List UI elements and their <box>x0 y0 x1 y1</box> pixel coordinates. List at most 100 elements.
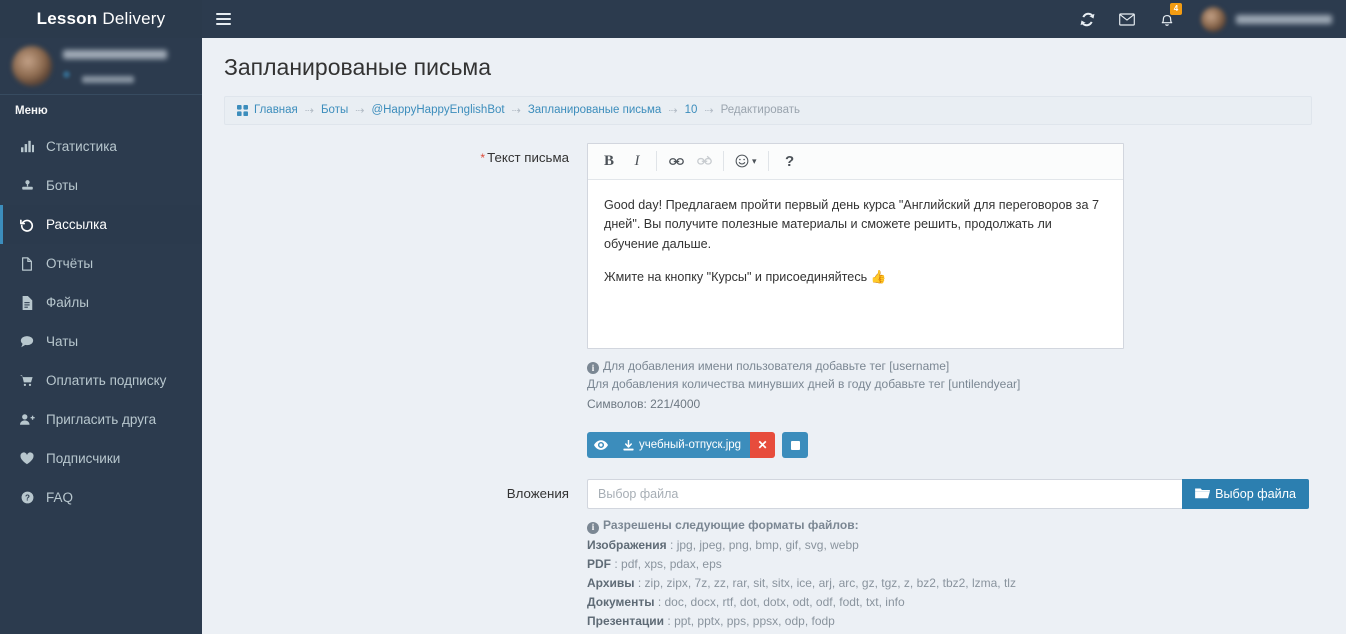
attachment-filename-button[interactable]: учебный-отпуск.jpg <box>614 432 751 459</box>
breadcrumb-separator: ⇢ <box>668 104 678 117</box>
breadcrumb-separator: ⇢ <box>304 104 314 117</box>
format-values: zip, zipx, 7z, zz, rar, sit, sitx, ice, … <box>644 576 1016 590</box>
page-title: Запланированые письма <box>224 54 492 80</box>
user-plus-icon <box>17 413 37 426</box>
sidebar-item-reports[interactable]: Отчёты <box>0 244 202 283</box>
chevron-down-icon: ▾ <box>752 155 757 166</box>
eye-icon[interactable] <box>587 432 614 459</box>
breadcrumb-item-home[interactable]: Главная <box>254 104 298 116</box>
help-button[interactable]: ? <box>779 148 801 174</box>
format-values: doc, docx, rtf, dot, dotx, odt, odf, fod… <box>664 595 905 610</box>
italic-button[interactable]: I <box>626 148 648 174</box>
breadcrumb-item-bot-handle[interactable]: @HappyHappyEnglishBot <box>371 104 504 116</box>
message-text-label: * Текст письма <box>202 143 587 459</box>
envelope-icon[interactable] <box>1107 0 1147 38</box>
bell-icon[interactable]: 4 <box>1147 0 1187 38</box>
sidebar-menu-header: Меню <box>0 95 202 127</box>
attachment-list: учебный-отпуск.jpg ✕ <box>587 432 1346 459</box>
sidebar-item-label: Отчёты <box>46 256 94 271</box>
editor-content[interactable]: Good day! Предлагаем пройти первый день … <box>588 180 1123 348</box>
format-category: Изображения <box>587 537 667 552</box>
stop-icon[interactable] <box>782 432 809 459</box>
choose-file-label: Выбор файла <box>1215 487 1296 502</box>
folder-open-icon <box>1195 487 1210 502</box>
editor-hints: i Для добавления имени пользователя добав… <box>587 357 1346 414</box>
content-header: Запланированые письма Главная ⇢ Боты ⇢ @… <box>202 38 1346 125</box>
hint-untilendyear-tag: Для добавления количества минувших дней … <box>587 376 1021 391</box>
format-category: Архивы <box>587 576 635 590</box>
sidebar-user-status <box>63 67 167 83</box>
message-text-field: B I ▾ ? Good day! Предлагаем пройти перв… <box>587 142 1346 459</box>
topbar-user-menu[interactable] <box>1191 0 1346 38</box>
char-counter: Символов: 221/4000 <box>587 397 701 412</box>
sidebar-item-subscribers[interactable]: Подписчики <box>0 439 202 478</box>
sidebar-item-label: FAQ <box>46 490 74 505</box>
dashboard-icon <box>237 104 248 116</box>
sidebar-item-label: Файлы <box>46 295 89 310</box>
format-category: Презентации <box>587 614 665 629</box>
sidebar-item-subscription[interactable]: Оплатить подписку <box>0 361 202 400</box>
breadcrumb-item-scheduled-letters[interactable]: Запланированые письма <box>528 104 662 116</box>
info-icon: i <box>587 522 599 535</box>
breadcrumb-item-bots[interactable]: Боты <box>321 104 348 116</box>
format-row: Изображения : jpg, jpeg, png, bmp, gif, … <box>587 537 859 552</box>
file-path-input[interactable]: Выбор файла <box>587 479 1183 510</box>
comment-icon <box>17 335 37 348</box>
sidebar-user-panel[interactable] <box>0 38 202 95</box>
breadcrumb: Главная ⇢ Боты ⇢ @HappyHappyEnglishBot ⇢… <box>224 95 1312 125</box>
attachments-field: Выбор файла Выбор файла i Разрешены следу… <box>587 479 1346 634</box>
edit-letter-form: * Текст письма B I ▾ ? Good day! Предлаг… <box>202 125 1346 634</box>
file-picker: Выбор файла Выбор файла <box>587 479 1309 510</box>
toolbar-divider <box>767 151 769 172</box>
sidebar-item-invite-friend[interactable]: Пригласить друга <box>0 400 202 439</box>
file-lines-icon <box>17 295 37 310</box>
sidebar-item-chats[interactable]: Чаты <box>0 322 202 361</box>
sidebar-item-label: Подписчики <box>46 451 121 466</box>
topbar-username-redacted <box>1236 14 1332 24</box>
breadcrumb-separator: ⇢ <box>511 104 521 117</box>
heart-icon <box>17 452 37 465</box>
required-marker: * <box>480 150 486 165</box>
breadcrumb-separator: ⇢ <box>704 104 714 117</box>
hint-username-tag: i Для добавления имени пользователя добав… <box>587 357 1346 375</box>
bold-button[interactable]: B <box>598 148 620 174</box>
rich-text-editor[interactable]: B I ▾ ? Good day! Предлагаем пройти перв… <box>587 142 1124 349</box>
link-icon[interactable] <box>665 148 687 174</box>
toolbar-divider <box>723 151 724 172</box>
bell-badge: 4 <box>1170 3 1182 15</box>
format-category: PDF <box>587 556 611 571</box>
sidebar-item-mailing[interactable]: Рассылка <box>0 205 202 244</box>
message-text-row: * Текст письма B I ▾ ? Good day! Предлаг… <box>202 142 1346 459</box>
format-values: jpg, jpeg, png, bmp, gif, svg, webp <box>676 537 859 552</box>
hamburger-icon[interactable] <box>202 0 244 38</box>
brand-light: Delivery <box>102 9 166 28</box>
app-root: Lesson Delivery Меню Статистика Боты Рас… <box>0 0 1346 634</box>
choose-file-button[interactable]: Выбор файла <box>1182 479 1309 510</box>
sidebar-item-label: Пригласить друга <box>46 412 157 427</box>
topbar-right: 4 <box>1067 0 1346 38</box>
format-row: Документы : doc, docx, rtf, dot, dotx, o… <box>587 595 905 610</box>
sidebar-item-faq[interactable]: ? FAQ <box>0 478 202 517</box>
sidebar-item-label: Чаты <box>46 334 79 349</box>
hint-username-text: Для добавления имени пользователя добавь… <box>603 358 950 373</box>
delete-attachment-button[interactable]: ✕ <box>750 432 776 459</box>
editor-paragraph: Good day! Предлагаем пройти первый день … <box>604 197 1099 251</box>
smiley-icon[interactable]: ▾ <box>732 148 760 174</box>
sidebar-item-bots[interactable]: Боты <box>0 166 202 205</box>
breadcrumb-separator: ⇢ <box>355 104 365 117</box>
online-dot-icon <box>63 71 70 78</box>
sidebar-nav: Статистика Боты Рассылка Отчёты Файлы Ча… <box>0 127 202 517</box>
brand-logo[interactable]: Lesson Delivery <box>0 0 202 38</box>
avatar <box>12 46 52 86</box>
format-row: Архивы : zip, zipx, 7z, zz, rar, sit, si… <box>587 576 1016 590</box>
hamburger-bars <box>215 10 231 28</box>
attachments-label: Вложения <box>506 486 569 502</box>
refresh-icon[interactable] <box>1067 0 1107 38</box>
breadcrumb-item-id[interactable]: 10 <box>685 104 698 116</box>
format-values: ppt, pptx, pps, ppsx, odp, fodp <box>674 614 835 629</box>
sidebar-item-statistics[interactable]: Статистика <box>0 127 202 166</box>
stop-square <box>790 440 800 450</box>
sidebar-item-files[interactable]: Файлы <box>0 283 202 322</box>
main-region: 4 Запланированые письма Главная ⇢ Боты ⇢… <box>202 0 1346 634</box>
editor-toolbar: B I ▾ ? <box>588 143 1123 180</box>
